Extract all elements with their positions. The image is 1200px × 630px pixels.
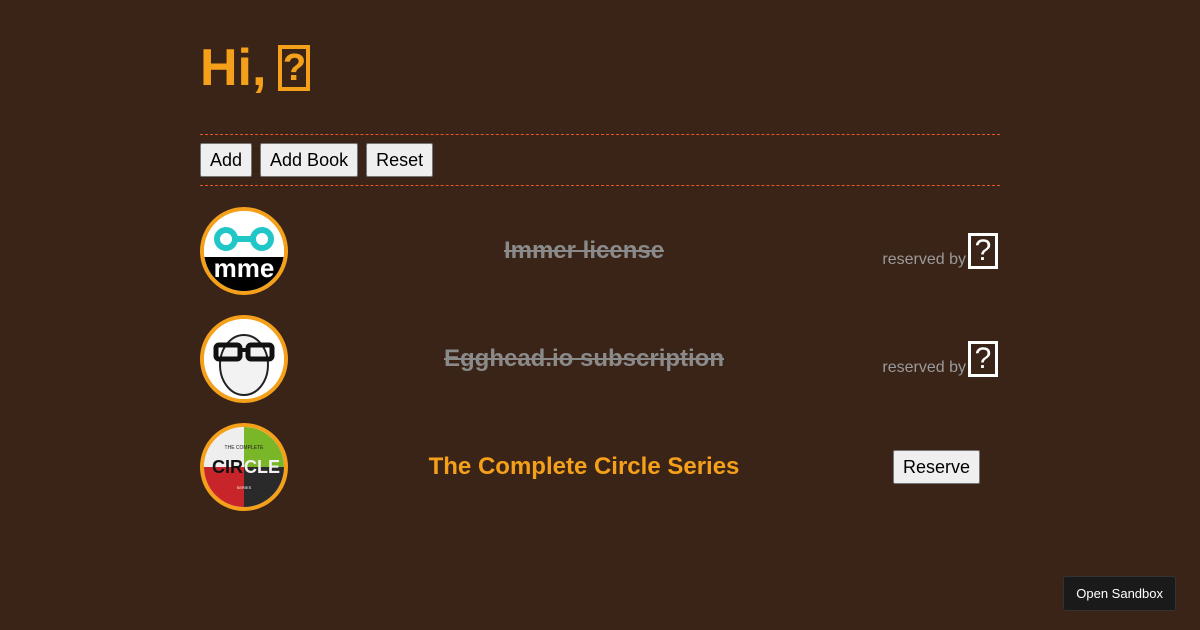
reset-button[interactable]: Reset xyxy=(366,143,434,177)
open-sandbox-button[interactable]: Open Sandbox xyxy=(1063,576,1176,611)
cover-text-bottom: SERIES xyxy=(237,485,252,490)
reserver-glyph-icon: ? xyxy=(968,341,998,377)
immer-logo-icon: mme xyxy=(200,207,288,295)
add-book-button[interactable]: Add Book xyxy=(260,143,359,177)
reserved-by-label: reserved by xyxy=(882,359,966,376)
toolbar: Add Add Book Reset xyxy=(200,134,1000,186)
gift-item-circle-series: THE COMPLETE CIR CLE SERIES The Complete… xyxy=(200,422,1000,512)
egghead-logo-icon xyxy=(200,315,288,403)
app-page: Hi, ? Add Add Book Reset mme Immer licen… xyxy=(0,0,1200,630)
main-container: Hi, ? Add Add Book Reset mme Immer licen… xyxy=(200,0,1000,511)
gift-item-egghead: Egghead.io subscription reserved by ? xyxy=(200,314,1000,404)
greeting-text: Hi, xyxy=(200,39,267,97)
greeting-heading: Hi, ? xyxy=(200,0,1000,98)
cover-text-main-right: CLE xyxy=(244,457,280,477)
reserved-status: reserved by ? xyxy=(882,233,998,269)
circle-series-cover-icon: THE COMPLETE CIR CLE SERIES xyxy=(200,423,288,511)
gift-title: The Complete Circle Series xyxy=(428,453,740,480)
cover-text-top: THE COMPLETE xyxy=(225,445,265,451)
reserve-button[interactable]: Reserve xyxy=(892,450,980,484)
user-avatar-glyph-icon: ? xyxy=(278,45,311,91)
gift-title: Egghead.io subscription xyxy=(443,345,725,372)
cover-text-main-left: CIR xyxy=(212,457,243,477)
gift-title: Immer license xyxy=(503,237,665,264)
gift-list: mme Immer license reserved by ? Egghead.… xyxy=(200,206,1000,530)
reserved-by-label: reserved by xyxy=(882,251,966,268)
gift-item-immer: mme Immer license reserved by ? xyxy=(200,206,1000,296)
reserver-glyph-icon: ? xyxy=(968,233,998,269)
svg-text:mme: mme xyxy=(214,253,275,283)
add-button[interactable]: Add xyxy=(200,143,253,177)
reserved-status: reserved by ? xyxy=(882,341,998,377)
